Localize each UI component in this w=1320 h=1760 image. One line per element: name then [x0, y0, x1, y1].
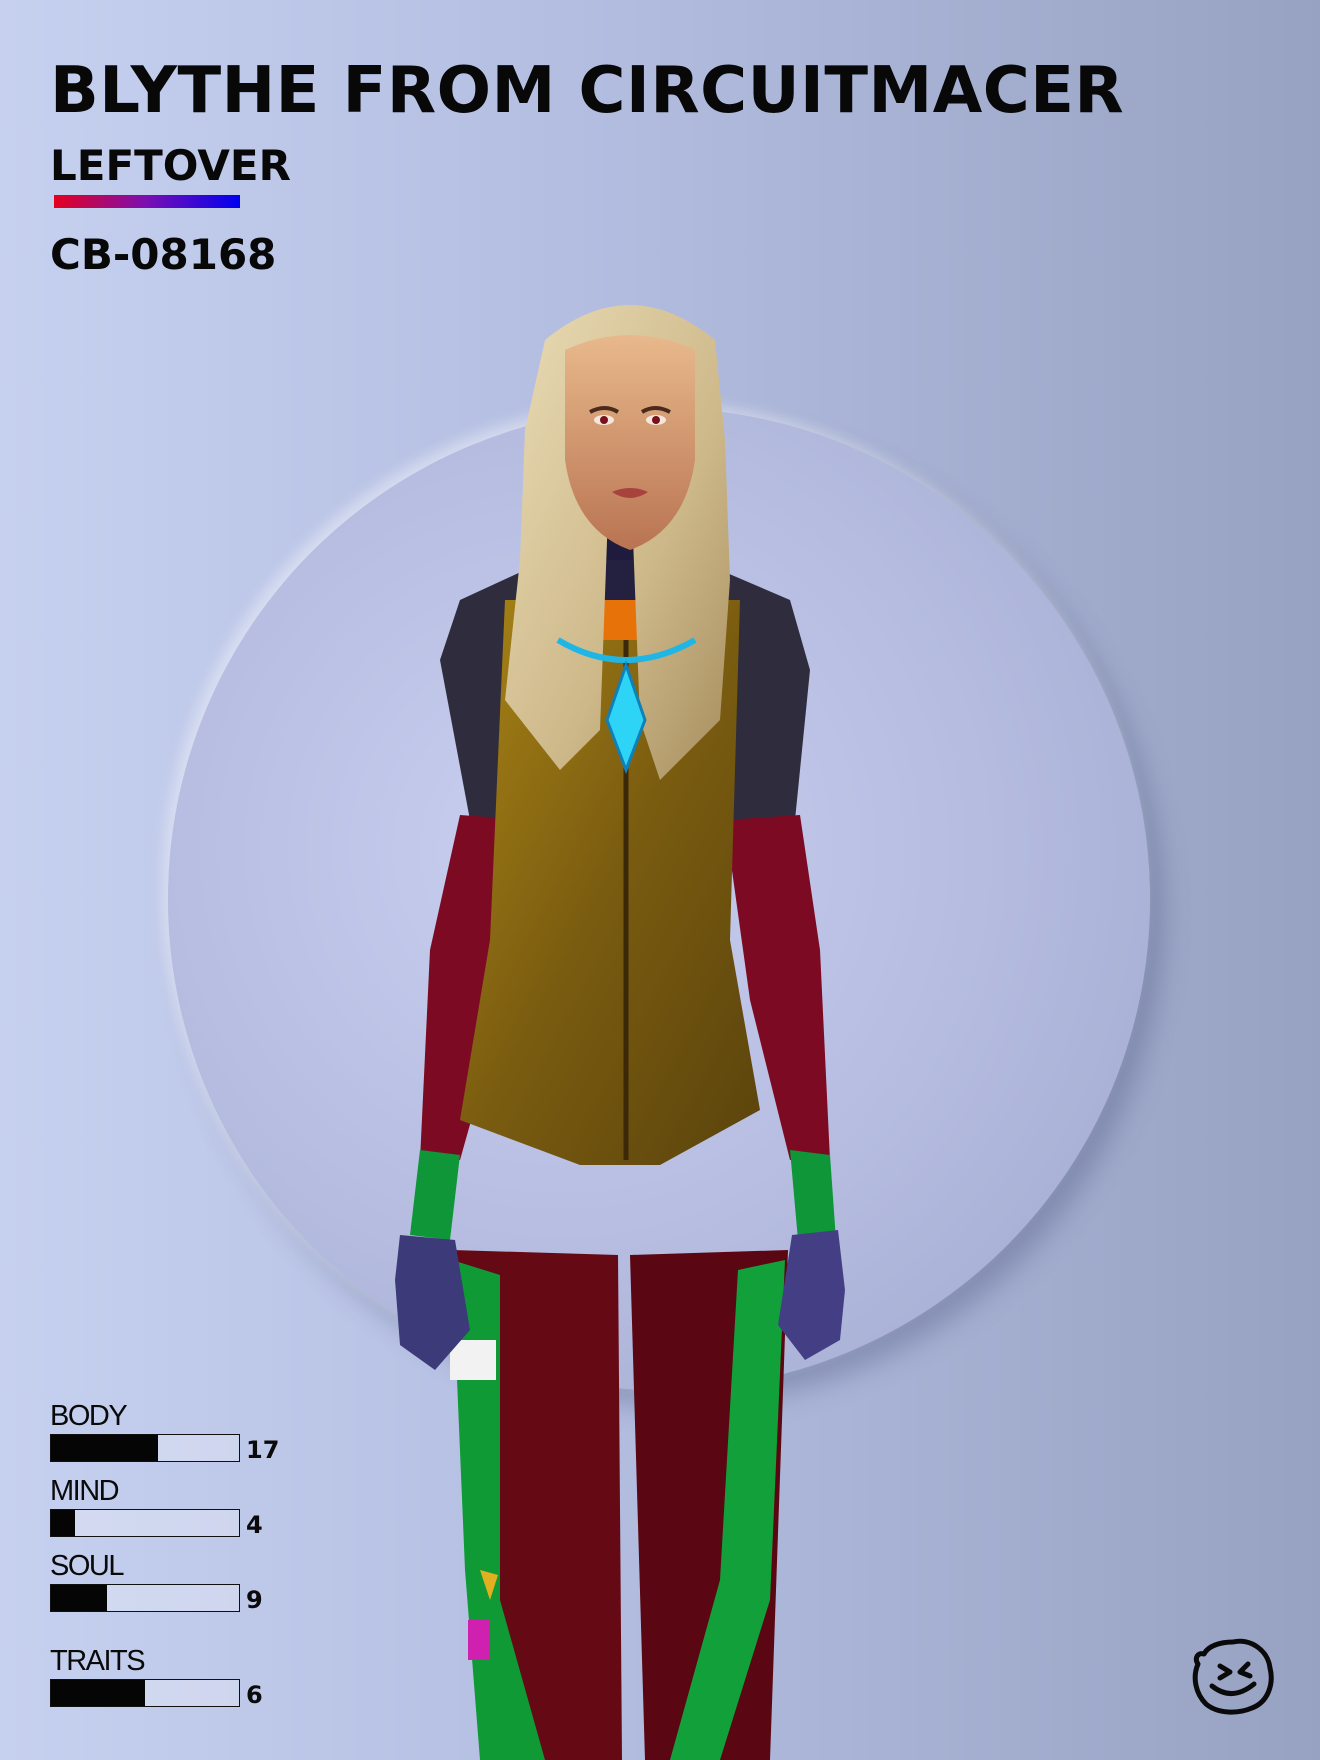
leg-patch — [450, 1340, 496, 1380]
stat-bar — [50, 1509, 240, 1537]
stat-value: 9 — [246, 1586, 263, 1614]
stat-bar-fill — [51, 1585, 108, 1611]
stat-label: TRAITS — [50, 1645, 146, 1677]
character-illustration — [395, 305, 845, 1760]
stat-value: 4 — [246, 1511, 263, 1539]
stat-bar-fill — [51, 1680, 145, 1706]
stat-bar — [50, 1434, 240, 1462]
stat-bar — [50, 1679, 240, 1707]
stat-bar-fill — [51, 1510, 76, 1536]
stat-label: BODY — [50, 1400, 128, 1432]
character-id: CB-08168 — [50, 230, 277, 279]
character-class: LEFTOVER — [50, 141, 291, 190]
page-title: BLYTHE FROM CIRCUITMACER — [50, 54, 1125, 128]
stat-label: MIND — [50, 1475, 120, 1507]
smiling-face-logo-icon — [1192, 1638, 1274, 1715]
stat-value: 17 — [246, 1436, 280, 1464]
stat-label: SOUL — [50, 1550, 124, 1582]
stat-value: 6 — [246, 1681, 263, 1709]
stat-bar-fill — [51, 1435, 159, 1461]
accent-gradient-bar — [54, 195, 240, 208]
stat-bar — [50, 1584, 240, 1612]
